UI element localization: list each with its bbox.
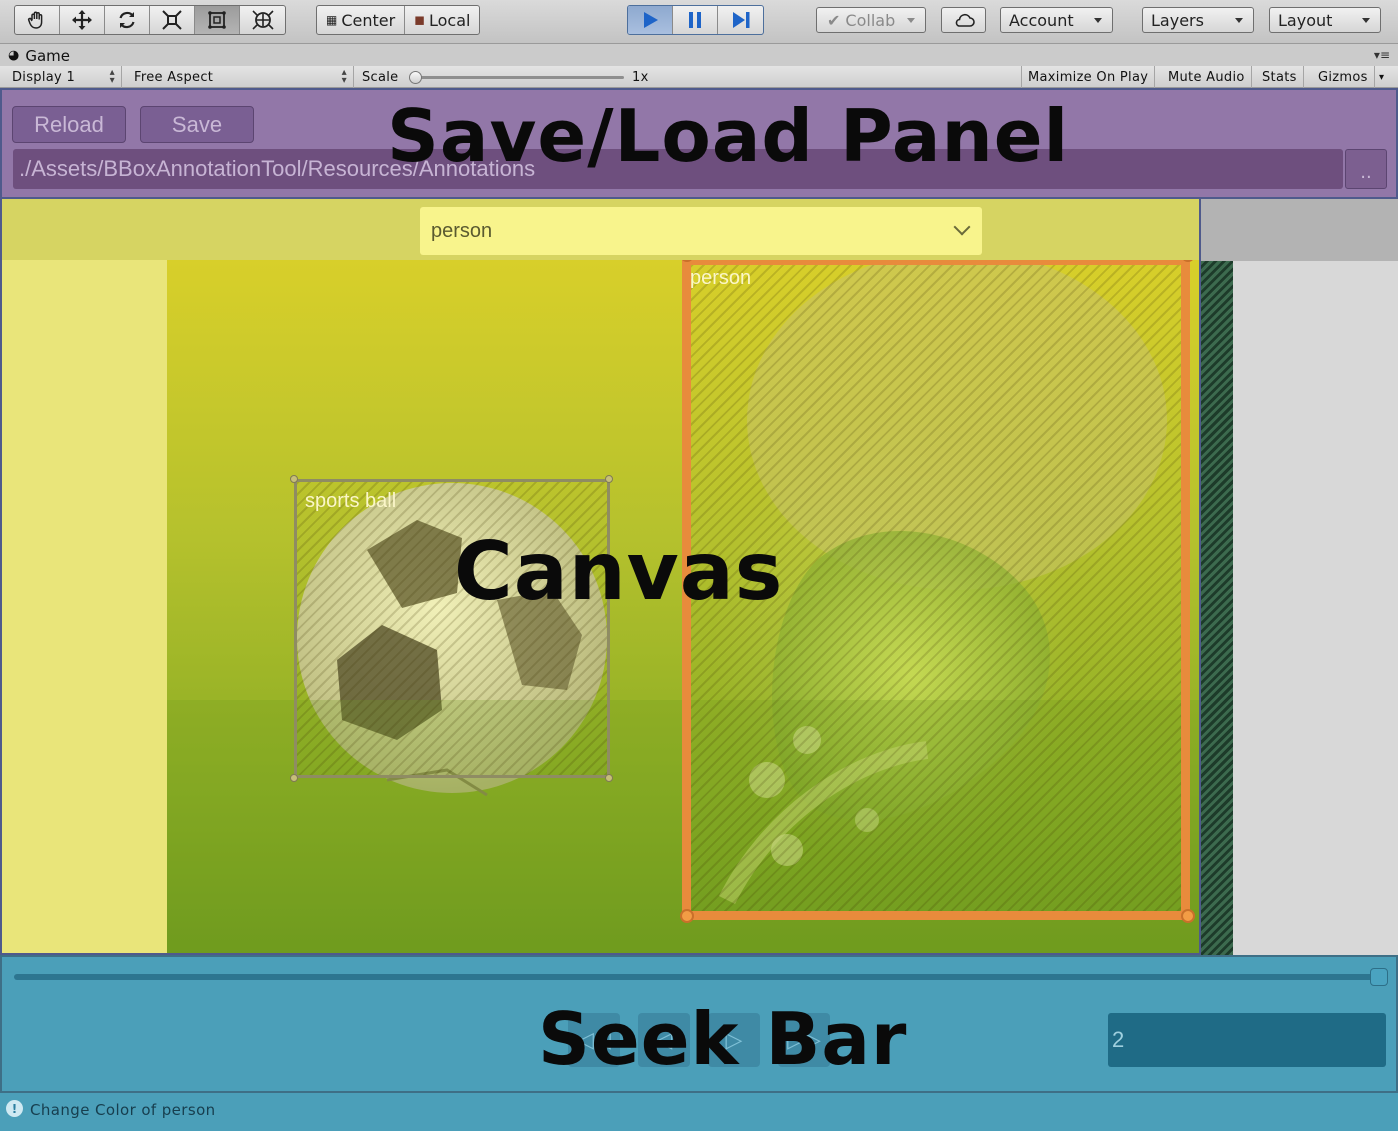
rect-tool-button[interactable] (195, 6, 240, 34)
check-icon: ✔ (827, 10, 841, 30)
info-icon: ! (6, 1100, 23, 1117)
unity-toolbar: ▦ Center ◼ Local ✔ Collab Account Layers (0, 0, 1398, 44)
bbox-handle[interactable] (1181, 909, 1195, 923)
transform-tool-button[interactable] (240, 6, 285, 34)
bbox-handle[interactable] (290, 774, 298, 782)
step-icon (732, 12, 749, 28)
layout-label: Layout (1278, 10, 1333, 30)
reload-button[interactable]: Reload (12, 106, 126, 143)
pacman-icon: ◕ (8, 48, 20, 63)
cloud-button[interactable] (941, 7, 986, 33)
scale-slider-track[interactable] (412, 76, 624, 79)
seek-slider-track[interactable] (14, 974, 1384, 980)
pivot-center-label: Center (341, 10, 396, 30)
spinner-icon: ▴ ▾ (109, 67, 115, 86)
game-view-options: Display 1 ▴ ▾ Free Aspect ▴ ▾ Scale 1x Max… (0, 66, 1398, 88)
pivot-center-button[interactable]: ▦ Center (317, 6, 406, 34)
seek-bar-caption: Seek Bar (538, 997, 908, 1081)
gizmos-toggle[interactable]: Gizmos (1312, 66, 1374, 88)
account-label: Account (1009, 10, 1074, 30)
pivot-center-icon: ▦ (326, 13, 338, 27)
save-load-panel: Reload Save ./Assets/BBoxAnnotationTool/… (0, 88, 1398, 199)
aspect-dropdown[interactable]: Free Aspect ▴ ▾ (128, 66, 354, 88)
collab-label: Collab (845, 10, 896, 30)
rect-transform-icon (208, 11, 226, 29)
step-button[interactable] (718, 6, 763, 34)
play-icon (644, 12, 658, 28)
bbox-sports-ball[interactable]: sports ball (294, 479, 610, 778)
move-tool-button[interactable] (60, 6, 105, 34)
transform-tools (14, 5, 286, 35)
play-button[interactable] (628, 6, 673, 34)
layers-dropdown[interactable]: Layers (1142, 7, 1254, 33)
label-selector-bar: person (2, 199, 1199, 260)
move-icon (72, 10, 92, 30)
label-dropdown[interactable]: person (420, 207, 982, 255)
save-button[interactable]: Save (140, 106, 254, 143)
account-dropdown[interactable]: Account (1000, 7, 1113, 33)
rotate-icon (119, 11, 135, 29)
scale-value: 1x (632, 69, 649, 85)
bbox-label: sports ball (305, 490, 397, 512)
transform-icon (251, 10, 274, 30)
label-dropdown-value: person (431, 219, 493, 242)
bbox-handle[interactable] (680, 909, 694, 923)
browse-button[interactable]: .. (1345, 149, 1387, 189)
bbox-handle[interactable] (605, 774, 613, 782)
status-bar: ! Change Color of person (0, 1093, 1398, 1131)
save-load-panel-caption: Save/Load Panel (387, 94, 1070, 178)
right-empty-area (1233, 261, 1398, 955)
tab-menu-icon[interactable]: ▾≡ (1374, 48, 1390, 62)
bbox-handle[interactable] (290, 475, 298, 483)
canvas-panel: person sports ball person Canvas (0, 199, 1201, 955)
layers-label: Layers (1151, 10, 1204, 30)
pivot-local-label: Local (429, 10, 471, 30)
tab-game[interactable]: ◕ Game (8, 45, 70, 66)
pause-icon (689, 12, 701, 28)
right-empty-area (1201, 199, 1398, 261)
maximize-on-play-toggle[interactable]: Maximize On Play (1021, 66, 1156, 88)
scale-icon (162, 10, 182, 30)
pause-button[interactable] (673, 6, 718, 34)
playback-controls (627, 5, 764, 35)
cube-icon: ◼ (414, 12, 425, 28)
pivot-toggles: ▦ Center ◼ Local (316, 5, 481, 35)
game-tab-row: ◕ Game ▾≡ (0, 44, 1398, 66)
layout-dropdown[interactable]: Layout (1269, 7, 1381, 33)
chevron-down-icon (953, 218, 971, 236)
collab-dropdown[interactable]: ✔ Collab (816, 7, 926, 33)
spinner-icon: ▴ ▾ (341, 67, 347, 86)
mute-audio-toggle[interactable]: Mute Audio (1162, 66, 1252, 88)
pivot-local-button[interactable]: ◼ Local (405, 6, 479, 34)
canvas-caption: Canvas (454, 525, 784, 618)
cloud-icon (955, 13, 975, 27)
status-message: Change Color of person (30, 1101, 216, 1119)
scale-slider-thumb[interactable] (409, 71, 422, 84)
seek-slider-thumb[interactable] (1370, 968, 1388, 986)
hand-icon (27, 11, 43, 29)
display-dropdown[interactable]: Display 1 ▴ ▾ (6, 66, 122, 88)
display-label: Display 1 (12, 69, 76, 85)
chevron-down-icon (1235, 18, 1243, 23)
gizmos-dropdown-icon[interactable]: ▾ (1374, 66, 1388, 88)
chevron-down-icon (907, 18, 915, 23)
chevron-down-icon (1094, 18, 1102, 23)
hand-tool-button[interactable] (15, 6, 60, 34)
bbox-handle[interactable] (605, 475, 613, 483)
image-edge-strip (1201, 261, 1233, 955)
chevron-down-icon (1362, 18, 1370, 23)
rotate-tool-button[interactable] (105, 6, 150, 34)
stats-toggle[interactable]: Stats (1256, 66, 1304, 88)
tab-game-label: Game (25, 46, 70, 65)
frame-number-input[interactable]: 2 (1108, 1013, 1386, 1067)
aspect-label: Free Aspect (134, 69, 214, 85)
scale-label: Scale (362, 69, 399, 85)
seek-bar-panel: ◁◁ ◁ ▷ ▷▷ 2 Seek Bar (0, 955, 1398, 1093)
bbox-label: person (690, 267, 752, 289)
scale-tool-button[interactable] (150, 6, 195, 34)
